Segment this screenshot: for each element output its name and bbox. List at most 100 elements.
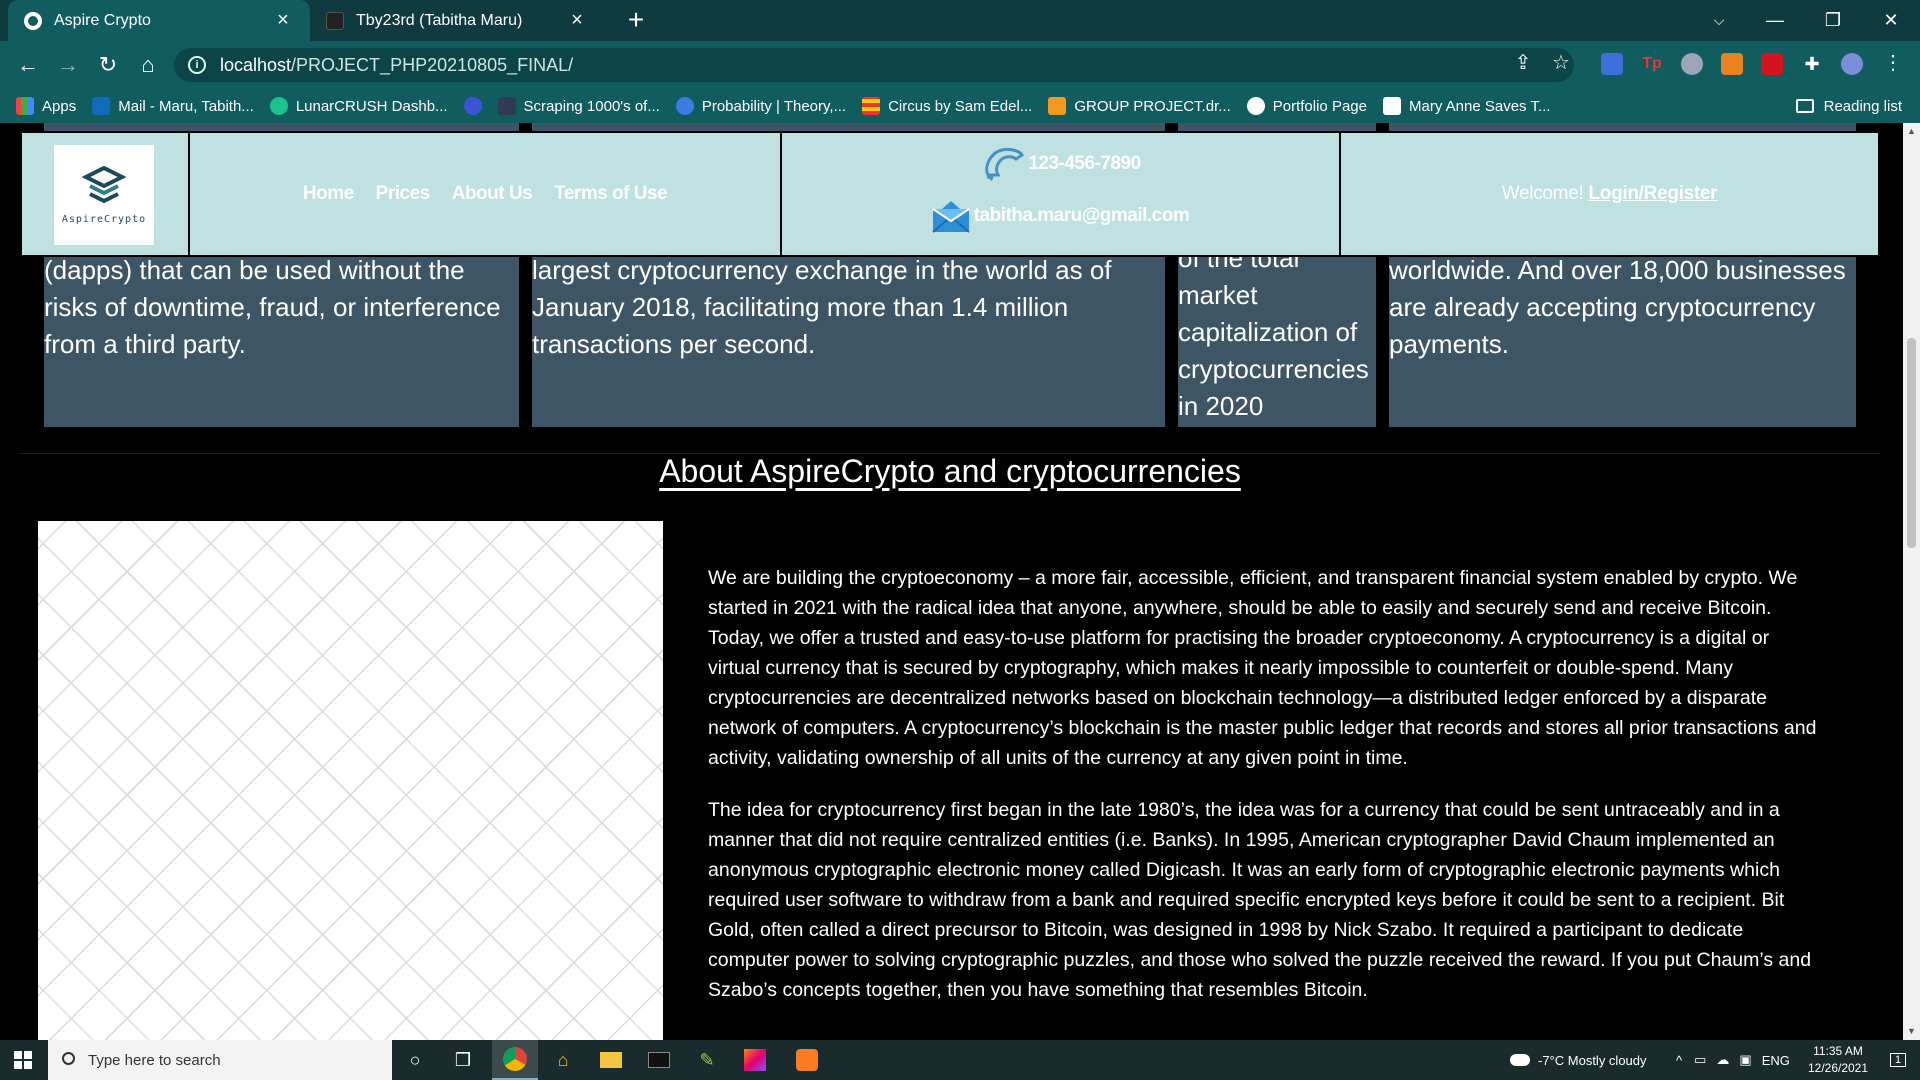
stat-line: from a third party. (44, 329, 246, 359)
scroll-down-icon[interactable]: ▼ (1903, 1023, 1920, 1040)
tds-icon (497, 97, 516, 115)
nav-home[interactable]: Home (303, 183, 354, 205)
globe-icon (24, 11, 42, 30)
metamask-icon[interactable] (1721, 53, 1743, 75)
extensions-puzzle-icon[interactable]: ✚ (1801, 53, 1823, 75)
site-logo[interactable]: AspireCrypto (54, 145, 154, 245)
reading-list-button[interactable]: Reading list (1795, 89, 1902, 123)
bookmark-circus[interactable]: Circus by Sam Edel... (862, 97, 1032, 115)
bookmark-lunarcrush[interactable]: LunarCRUSH Dashb... (269, 97, 448, 115)
stat-line: transactions per second. (532, 329, 816, 359)
bookmark-label: Portfolio Page (1272, 97, 1367, 115)
display-icon[interactable]: ▣ (1739, 1052, 1751, 1068)
nav-about-us[interactable]: About Us (452, 183, 533, 205)
extension-icon[interactable] (1681, 53, 1703, 75)
bookmark-label: LunarCRUSH Dashb... (295, 97, 448, 115)
bookmark-c[interactable] (463, 97, 482, 115)
language-indicator[interactable]: ENG (1762, 1053, 1790, 1068)
browser-toolbar: ← → ↻ ⌂ i localhost /PROJECT_PHP20210805… (0, 41, 1920, 89)
bookmarks-bar: Apps Mail - Maru, Tabith... LunarCRUSH D… (0, 89, 1920, 123)
site-info-icon[interactable]: i (188, 56, 206, 74)
cortana-icon[interactable]: ○ (392, 1040, 438, 1080)
tab-search-icon[interactable]: ⌵ (1696, 0, 1742, 41)
stat-line: payments. (1389, 329, 1509, 359)
task-view-icon[interactable]: ❒ (440, 1040, 486, 1080)
home-app-icon[interactable]: ⌂ (540, 1040, 586, 1080)
bookmark-mary-anne[interactable]: Mary Anne Saves T... (1382, 97, 1550, 115)
extension-icon[interactable]: Tp (1641, 53, 1663, 75)
home-icon[interactable]: ⌂ (132, 49, 164, 81)
page-scrollbar[interactable]: ▲ ▼ (1903, 123, 1920, 1040)
bookmark-label: Circus by Sam Edel... (888, 97, 1033, 115)
stat-line: in 2020 (1178, 391, 1264, 421)
reload-icon[interactable]: ↻ (92, 49, 124, 81)
bookmark-scraping[interactable]: Scraping 1000's of... (497, 97, 660, 115)
about-paragraph: The idea for cryptocurrency first began … (708, 799, 1812, 1001)
weather-widget[interactable]: -7°C Mostly cloudy (1510, 1040, 1647, 1080)
profile-avatar[interactable] (1841, 53, 1863, 75)
windows-start-icon[interactable] (0, 1040, 46, 1080)
xampp-icon[interactable] (784, 1040, 830, 1080)
file-explorer-icon[interactable] (588, 1040, 634, 1080)
search-icon (62, 1052, 75, 1065)
new-tab-button[interactable]: + (620, 4, 652, 36)
bookmark-apps[interactable]: Apps (16, 97, 76, 115)
window-close-icon[interactable]: ✕ (1868, 0, 1914, 41)
url-host: localhost (220, 54, 292, 75)
reading-list-icon (1795, 99, 1814, 113)
flag-icon (862, 97, 881, 115)
minimize-icon[interactable]: — (1752, 0, 1798, 41)
notification-center-icon[interactable]: 1 (1880, 1040, 1916, 1080)
acrobat-icon[interactable] (1761, 53, 1783, 75)
share-icon[interactable]: ⇪ (1510, 50, 1536, 76)
bookmark-label: Apps (42, 97, 77, 115)
close-icon[interactable]: × (566, 9, 588, 32)
page-viewport: (dapps) that can be used without the ris… (0, 123, 1903, 1040)
chrome-taskbar-icon[interactable] (492, 1040, 538, 1080)
stat-line: January 2018, facilitating more than 1.4… (532, 292, 1069, 322)
nav-prices[interactable]: Prices (376, 183, 431, 205)
phone-number[interactable]: 123-456-7890 (1028, 153, 1141, 175)
stat-line: (dapps) that can be used without the (44, 255, 465, 285)
address-bar[interactable]: i localhost /PROJECT_PHP20210805_FINAL/ (174, 48, 1574, 82)
close-icon[interactable]: × (272, 9, 294, 32)
aspirecrypto-logo-icon (82, 165, 126, 203)
terminal-icon[interactable] (636, 1040, 682, 1080)
bookmark-probability[interactable]: Probability | Theory,... (675, 97, 846, 115)
weather-text: -7°C Mostly cloudy (1538, 1052, 1647, 1068)
logo-text: AspireCrypto (61, 213, 147, 225)
login-register-link[interactable]: Login/Register (1588, 183, 1717, 205)
tab-aspire-crypto[interactable]: Aspire Crypto × (8, 0, 310, 41)
nav-terms-of-use[interactable]: Terms of Use (554, 183, 667, 205)
onedrive-icon[interactable]: ☁ (1716, 1052, 1729, 1068)
stat-text: (dapps) that can be used without the ris… (44, 252, 519, 363)
email-address[interactable]: tabitha.maru@gmail.com (974, 205, 1190, 227)
about-paragraph: We are building the cryptoeconomy – a mo… (708, 567, 1817, 769)
forward-icon[interactable]: → (52, 49, 84, 81)
notification-count: 1 (1889, 1053, 1907, 1067)
codepen-icon (1246, 97, 1265, 115)
nav-cell: Home Prices About Us Terms of Use (188, 131, 782, 257)
taskbar-search-input[interactable]: Type here to search (48, 1040, 392, 1080)
site-header: AspireCrypto Home Prices About Us Terms … (20, 131, 1880, 257)
scroll-thumb[interactable] (1907, 338, 1916, 548)
extension-icon[interactable] (1601, 53, 1623, 75)
bookmark-star-icon[interactable]: ☆ (1548, 50, 1574, 76)
url-path: /PROJECT_PHP20210805_FINAL/ (291, 54, 574, 75)
menu-icon[interactable]: ⋮ (1880, 50, 1906, 76)
taskbar-clock[interactable]: 11:35 AM 12/26/2021 (1800, 1043, 1876, 1077)
bookmark-mail[interactable]: Mail - Maru, Tabith... (92, 97, 254, 115)
tab-title: Tby23rd (Tabitha Maru) (356, 11, 523, 29)
back-icon[interactable]: ← (12, 49, 44, 81)
tab-github[interactable]: Tby23rd (Tabitha Maru) × (310, 0, 604, 41)
jetbrains-icon[interactable] (732, 1040, 778, 1080)
chevron-up-icon[interactable]: ^ (1676, 1053, 1682, 1068)
stat-line: capitalization of (1178, 317, 1358, 347)
network-icon[interactable]: ▭ (1694, 1052, 1706, 1068)
bookmark-group-project[interactable]: GROUP PROJECT.dr... (1048, 97, 1231, 115)
bookmark-portfolio[interactable]: Portfolio Page (1246, 97, 1367, 115)
python-idle-icon[interactable]: ✎ (684, 1040, 730, 1080)
scroll-up-icon[interactable]: ▲ (1903, 123, 1920, 140)
restore-icon[interactable]: ❐ (1810, 0, 1856, 41)
outlook-icon (92, 97, 111, 115)
